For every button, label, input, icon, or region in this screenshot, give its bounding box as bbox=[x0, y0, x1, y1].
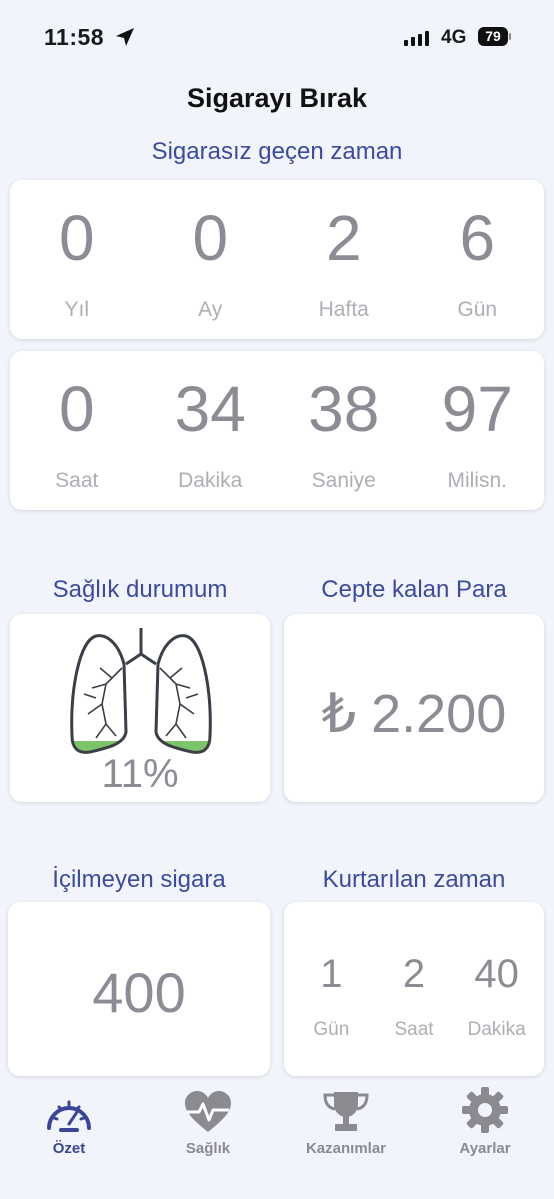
tab-label: Kazanımlar bbox=[305, 1140, 387, 1157]
elapsed-unit: Hafta bbox=[318, 298, 369, 321]
elapsed-value: 97 bbox=[441, 373, 513, 445]
battery-level: 79 bbox=[478, 27, 508, 46]
tab-label: Sağlık bbox=[185, 1140, 231, 1157]
elapsed-unit: Ay bbox=[198, 298, 223, 321]
elapsed-unit: Gün bbox=[457, 298, 498, 321]
saved-unit: Dakika bbox=[467, 1019, 526, 1040]
saved-value: 1 bbox=[320, 952, 343, 996]
elapsed-unit: Saniye bbox=[311, 469, 376, 492]
saved-unit: Gün bbox=[313, 1019, 350, 1040]
tab-saglik[interactable]: Sağlık bbox=[148, 1080, 268, 1157]
cellular-signal-icon bbox=[404, 31, 429, 46]
saved-value: 40 bbox=[474, 952, 519, 996]
tab-ayarlar[interactable]: Ayarlar bbox=[425, 1080, 545, 1157]
elapsed-minutes: 34 Dakika bbox=[144, 351, 278, 510]
elapsed-unit: Saat bbox=[55, 469, 99, 492]
saved-time-label: Kurtarılan zaman bbox=[322, 866, 506, 893]
elapsed-months: 0 Ay bbox=[144, 180, 278, 339]
elapsed-label: Sigarasız geçen zaman bbox=[151, 138, 403, 165]
cigarettes-value: 400 bbox=[92, 961, 186, 1024]
elapsed-value: 38 bbox=[308, 373, 380, 445]
elapsed-unit: Milisn. bbox=[447, 469, 507, 492]
lungs-icon bbox=[70, 628, 212, 754]
battery-icon: 79 bbox=[478, 27, 511, 46]
money-value: ₺ 2.200 bbox=[321, 684, 507, 744]
status-bar: 11:58 4G 79 bbox=[0, 0, 554, 72]
money-label: Cepte kalan Para bbox=[321, 576, 507, 603]
elapsed-years: 0 Yıl bbox=[10, 180, 144, 339]
heart-pulse-icon bbox=[185, 1091, 231, 1132]
saved-minutes: 40 Dakika bbox=[455, 902, 538, 1076]
tab-label: Ayarlar bbox=[459, 1140, 511, 1157]
elapsed-seconds: 38 Saniye bbox=[277, 351, 411, 510]
elapsed-card-bottom: 0 Saat 34 Dakika 38 Saniye 97 Milisn. bbox=[10, 351, 544, 510]
health-percent: 11% bbox=[101, 752, 179, 796]
tab-ozet[interactable]: Özet bbox=[9, 1080, 129, 1157]
gear-icon bbox=[462, 1087, 508, 1133]
location-arrow-icon bbox=[114, 26, 136, 53]
elapsed-hours: 0 Saat bbox=[10, 351, 144, 510]
status-time: 11:58 bbox=[44, 24, 105, 50]
network-type: 4G bbox=[441, 27, 467, 48]
tab-bar: Özet Sağlık Kazanımlar Ayarlar bbox=[0, 1080, 554, 1199]
elapsed-card-top: 0 Yıl 0 Ay 2 Hafta 6 Gün bbox=[10, 180, 544, 339]
elapsed-value: 34 bbox=[174, 373, 246, 445]
elapsed-value: 0 bbox=[58, 373, 95, 445]
trophy-icon bbox=[323, 1092, 369, 1131]
saved-value: 2 bbox=[402, 952, 426, 996]
cigarettes-label: İçilmeyen sigara bbox=[52, 866, 226, 893]
elapsed-value: 2 bbox=[325, 202, 362, 274]
health-card[interactable]: 11% bbox=[10, 614, 270, 802]
saved-hours: 2 Saat bbox=[373, 902, 456, 1076]
elapsed-weeks: 2 Hafta bbox=[277, 180, 411, 339]
elapsed-value: 0 bbox=[58, 202, 95, 274]
speedometer-icon bbox=[47, 1100, 91, 1132]
cigarettes-card[interactable]: 400 bbox=[8, 902, 270, 1076]
elapsed-unit: Dakika bbox=[178, 469, 243, 492]
elapsed-days: 6 Gün bbox=[411, 180, 545, 339]
saved-time-card[interactable]: 1 Gün 2 Saat 40 Dakika bbox=[284, 902, 544, 1076]
elapsed-value: 6 bbox=[459, 202, 496, 274]
page-title: Sigarayı Bırak bbox=[186, 83, 368, 113]
saved-days: 1 Gün bbox=[290, 902, 373, 1076]
health-label: Sağlık durumum bbox=[52, 576, 228, 603]
money-card[interactable]: ₺ 2.200 bbox=[284, 614, 544, 802]
elapsed-value: 0 bbox=[192, 202, 229, 274]
tab-label: Özet bbox=[52, 1140, 86, 1157]
elapsed-milliseconds: 97 Milisn. bbox=[411, 351, 545, 510]
saved-unit: Saat bbox=[394, 1019, 434, 1040]
elapsed-unit: Yıl bbox=[64, 298, 89, 321]
tab-kazanimlar[interactable]: Kazanımlar bbox=[286, 1080, 406, 1157]
